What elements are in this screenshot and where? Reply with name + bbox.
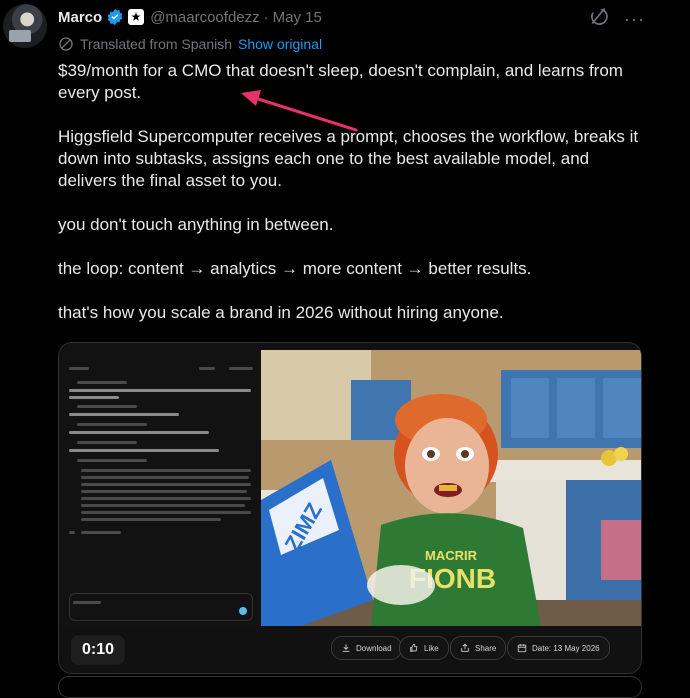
- like-button[interactable]: Like: [399, 636, 449, 660]
- tweet-paragraph: Higgsfield Supercomputer receives a prom…: [58, 127, 639, 190]
- video-timestamp[interactable]: 0:10: [71, 635, 125, 665]
- header-actions: ···: [588, 6, 645, 31]
- next-card-edge: [58, 676, 642, 698]
- globe-icon: [59, 37, 73, 51]
- translated-label: Translated from Spanish: [80, 36, 232, 52]
- calendar-icon: [517, 644, 527, 653]
- video-frame: MACRIR FIONB ZIMZ: [261, 350, 641, 626]
- tweet-paragraph: the loop: content → analytics → more con…: [58, 259, 532, 278]
- chat-panel-preview: [59, 343, 261, 673]
- date-badge: Date: 13 May 2026: [507, 636, 610, 660]
- thumbs-up-icon: [410, 643, 418, 652]
- verified-badge-icon[interactable]: [106, 8, 124, 26]
- avatar[interactable]: [3, 4, 47, 48]
- download-icon: [342, 644, 350, 652]
- affiliate-badge-icon[interactable]: [128, 9, 145, 25]
- share-button[interactable]: Share: [450, 636, 507, 660]
- tweet-paragraph: you don't touch anything in between.: [58, 215, 334, 234]
- grok-icon[interactable]: [588, 6, 608, 31]
- display-name[interactable]: Marco: [58, 9, 102, 26]
- like-label: Like: [424, 643, 439, 653]
- tweet-paragraph: $39/month for a CMO that doesn't sleep, …: [58, 61, 623, 102]
- video-player[interactable]: MACRIR FIONB ZIMZ 0:10 Download Like Sha…: [58, 342, 642, 674]
- shirt-text: MACRIR: [425, 548, 478, 563]
- translation-notice: Translated from Spanish Show original: [58, 36, 322, 52]
- tweet-header: Marco @maarcoofdezz · May 15: [58, 6, 322, 28]
- download-label: Download: [356, 643, 392, 653]
- tweet-text: $39/month for a CMO that doesn't sleep, …: [58, 60, 648, 346]
- date-label: Date: 13 May 2026: [532, 643, 600, 653]
- more-options-icon[interactable]: ···: [624, 10, 645, 28]
- share-icon: [461, 643, 469, 652]
- separator: ·: [263, 8, 269, 26]
- share-label: Share: [475, 643, 497, 653]
- tweet-paragraph: that's how you scale a brand in 2026 wit…: [58, 303, 504, 322]
- handle[interactable]: @maarcoofdezz: [150, 9, 259, 26]
- show-original-link[interactable]: Show original: [238, 36, 322, 52]
- download-button[interactable]: Download: [331, 636, 402, 660]
- post-date[interactable]: May 15: [273, 9, 322, 26]
